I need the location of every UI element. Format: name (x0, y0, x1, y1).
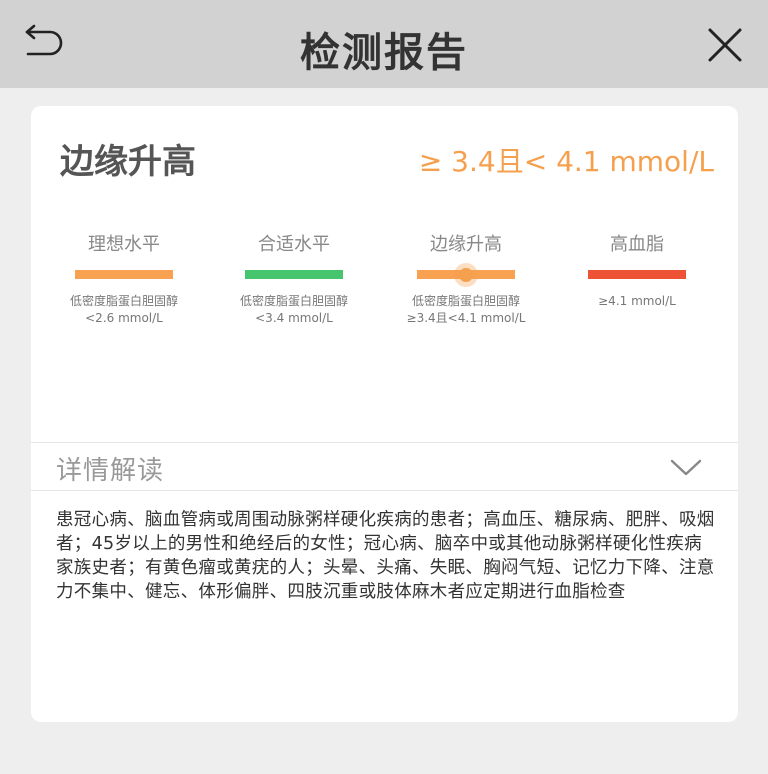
scale-desc: 低密度脂蛋白胆固醇 ≥3.4且<4.1 mmol/L (396, 293, 536, 327)
close-icon (708, 28, 742, 62)
scale-desc: 低密度脂蛋白胆固醇 <3.4 mmol/L (224, 293, 364, 327)
divider (31, 490, 738, 491)
scale-label: 高血脂 (610, 234, 664, 255)
scale-item-ideal: 理想水平 低密度脂蛋白胆固醇 <2.6 mmol/L (54, 232, 194, 327)
scale-label: 边缘升高 (430, 234, 502, 255)
scale-label: 理想水平 (88, 234, 160, 255)
scale-desc-line: 低密度脂蛋白胆固醇 (239, 294, 348, 308)
header-bar: 检测报告 (0, 0, 768, 88)
scale-label: 合适水平 (258, 234, 330, 255)
scale-desc-line: <2.6 mmol/L (85, 311, 163, 325)
result-level: 边缘升高 (60, 142, 196, 182)
detail-title[interactable]: 详情解读 (56, 450, 164, 487)
level-scale: 理想水平 低密度脂蛋白胆固醇 <2.6 mmol/L 合适水平 低密度脂蛋白胆固… (31, 232, 738, 342)
scale-desc-line: 低密度脂蛋白胆固醇 (69, 294, 178, 308)
scale-desc-line: 低密度脂蛋白胆固醇 (411, 294, 520, 308)
close-button[interactable] (702, 22, 748, 68)
scale-desc: ≥4.1 mmol/L (567, 293, 707, 310)
scale-item-borderline: 边缘升高 低密度脂蛋白胆固醇 ≥3.4且<4.1 mmol/L (396, 232, 536, 327)
chevron-down-icon (670, 459, 702, 476)
expand-toggle[interactable] (669, 456, 703, 480)
page-title: 检测报告 (300, 30, 468, 76)
report-card: 边缘升高 ≥ 3.4且< 4.1 mmol/L 理想水平 低密度脂蛋白胆固醇 <… (31, 106, 738, 722)
scale-item-suitable: 合适水平 低密度脂蛋白胆固醇 <3.4 mmol/L (224, 232, 364, 327)
scale-desc: 低密度脂蛋白胆固醇 <2.6 mmol/L (54, 293, 194, 327)
scale-desc-line: <3.4 mmol/L (255, 311, 333, 325)
scale-bar-high (588, 270, 686, 279)
scale-bar-borderline (417, 267, 515, 282)
result-range: ≥ 3.4且< 4.1 mmol/L (418, 145, 714, 178)
scale-bar-suitable (245, 270, 343, 279)
scale-item-high: 高血脂 ≥4.1 mmol/L (567, 232, 707, 310)
scale-bar-ideal (75, 270, 173, 279)
scale-desc-line: ≥4.1 mmol/L (598, 294, 676, 308)
current-level-marker (459, 267, 473, 282)
divider (31, 442, 738, 443)
detail-text: 患冠心病、脑血管病或周围动脉粥样硬化疾病的患者；高血压、糖尿病、肥胖、吸烟者；4… (56, 510, 715, 602)
scale-desc-line: ≥3.4且<4.1 mmol/L (406, 311, 526, 325)
